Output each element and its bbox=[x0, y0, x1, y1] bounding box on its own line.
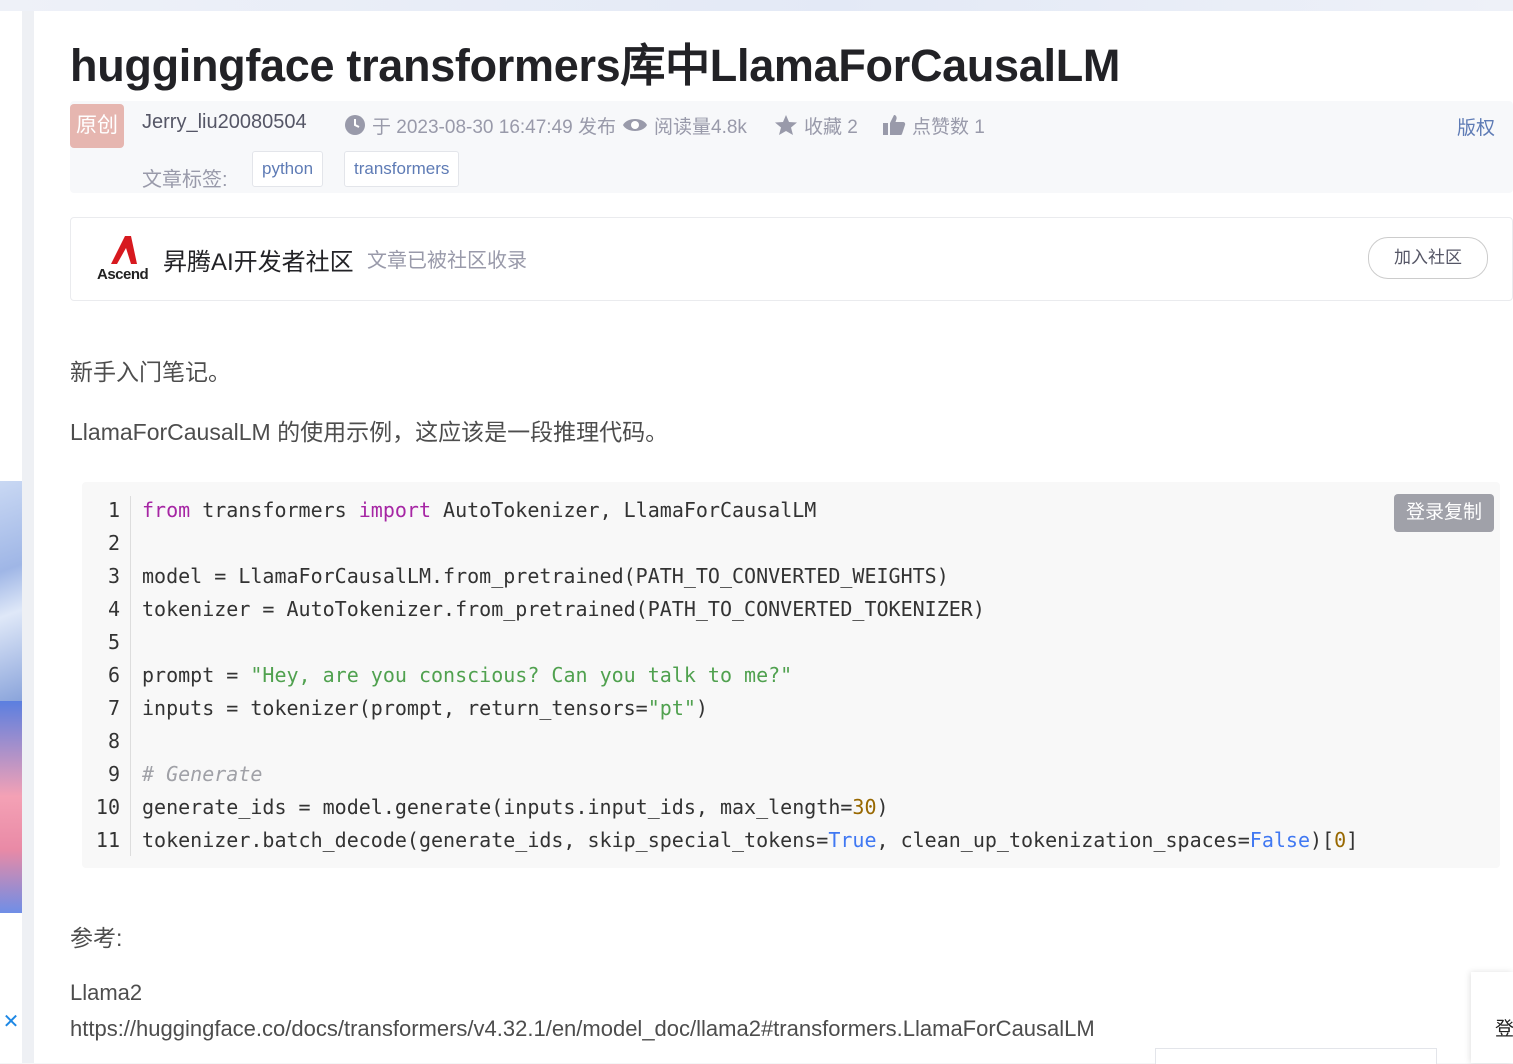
join-community-button[interactable]: 加入社区 bbox=[1368, 237, 1488, 279]
article-meta: 原创 Jerry_liu20080504 于 2023-08-30 16:47:… bbox=[70, 101, 1513, 193]
code-line-number: 2 bbox=[107, 531, 120, 555]
code-token: transformers bbox=[190, 498, 359, 522]
code-line: model = LlamaForCausalLM.from_pretrained… bbox=[142, 564, 949, 588]
tag-python[interactable]: python bbox=[252, 151, 324, 187]
code-token: inputs = tokenizer(prompt, return_tensor… bbox=[142, 696, 648, 720]
code-token: ] bbox=[1346, 828, 1359, 852]
copyright-link[interactable]: 版权 bbox=[1457, 113, 1495, 140]
like-count-label: 点赞数 1 bbox=[912, 116, 985, 138]
tags-label: 文章标签: bbox=[142, 169, 228, 191]
code-token: )[ bbox=[1310, 828, 1335, 852]
community-card: Ascend 昇腾AI开发者社区 文章已被社区收录 加入社区 bbox=[70, 217, 1513, 301]
ad-close-icon[interactable]: ✕ bbox=[0, 1011, 22, 1033]
reference-label: 参考: bbox=[70, 925, 123, 951]
favorite-count-label: 收藏 2 bbox=[804, 116, 858, 138]
code-token: False bbox=[1249, 828, 1311, 852]
code-line-number: 3 bbox=[107, 564, 120, 588]
code-line-number: 4 bbox=[107, 597, 120, 621]
bottom-toolbar bbox=[1155, 1048, 1437, 1064]
code-token: tokenizer = AutoTokenizer.from_pretraine… bbox=[142, 597, 985, 621]
line-number-divider bbox=[130, 496, 131, 856]
code-line-number: 5 bbox=[107, 630, 120, 654]
login-copy-button[interactable]: 登录复制 bbox=[1394, 494, 1494, 532]
reference-link[interactable]: https://huggingface.co/docs/transformers… bbox=[70, 1016, 1095, 1042]
star-icon bbox=[775, 115, 797, 135]
code-token: from bbox=[142, 498, 191, 522]
code-block: 登录复制 1 from transformers import AutoToken… bbox=[82, 482, 1500, 868]
clock-icon bbox=[345, 115, 365, 135]
left-ad-rail: ✕ bbox=[0, 11, 22, 1063]
code-line: tokenizer = AutoTokenizer.from_pretraine… bbox=[142, 597, 985, 621]
code-line: generate_ids = model.generate(inputs.inp… bbox=[142, 795, 889, 819]
code-token: model = LlamaForCausalLM.from_pretrained… bbox=[142, 564, 949, 588]
login-widget[interactable]: 登 bbox=[1471, 972, 1513, 1063]
code-token: True bbox=[828, 828, 877, 852]
community-name[interactable]: 昇腾AI开发者社区 bbox=[163, 242, 354, 277]
like-count[interactable]: 点赞数 1 bbox=[882, 111, 985, 139]
intro-paragraph: 新手入门笔记。 bbox=[70, 359, 231, 385]
author-name[interactable]: Jerry_liu20080504 bbox=[142, 111, 307, 134]
thumbs-up-icon bbox=[883, 115, 906, 135]
read-count-label: 阅读量4.8k bbox=[654, 116, 747, 138]
code-line-number: 1 bbox=[107, 498, 120, 522]
top-bar bbox=[0, 0, 1513, 11]
code-line-number: 6 bbox=[107, 663, 120, 687]
code-token: "Hey, are you conscious? Can you talk to… bbox=[250, 663, 793, 687]
code-token: ) bbox=[876, 795, 889, 819]
ascend-logo-mark bbox=[111, 236, 137, 264]
code-line: inputs = tokenizer(prompt, return_tensor… bbox=[142, 696, 708, 720]
code-token: import bbox=[358, 498, 431, 522]
code-token: # Generate bbox=[142, 762, 263, 786]
page-gutter bbox=[22, 11, 34, 1063]
description-paragraph: LlamaForCausalLM 的使用示例，这应该是一段推理代码。 bbox=[70, 419, 669, 445]
eye-icon bbox=[623, 119, 647, 131]
code-line-number: 7 bbox=[107, 696, 120, 720]
code-token: generate_ids = model.generate(inputs.inp… bbox=[142, 795, 853, 819]
reference-title: Llama2 bbox=[70, 980, 143, 1005]
publish-info: 于 2023-08-30 16:47:49 发布 bbox=[344, 111, 616, 139]
code-line-number: 8 bbox=[107, 729, 120, 753]
ascend-logo-text: Ascend bbox=[97, 266, 149, 283]
code-line: tokenizer.batch_decode(generate_ids, ski… bbox=[142, 828, 1358, 852]
tag-transformers[interactable]: transformers bbox=[344, 151, 460, 187]
code-token: 30 bbox=[852, 795, 877, 819]
code-token: ) bbox=[695, 696, 708, 720]
ad-banner-top[interactable] bbox=[0, 481, 22, 701]
favorite-count[interactable]: 收藏 2 bbox=[774, 111, 858, 139]
article: huggingface transformers库中LlamaForCausal… bbox=[34, 11, 1513, 1063]
read-count: 阅读量4.8k bbox=[622, 111, 747, 139]
publish-date: 于 2023-08-30 16:47:49 发布 bbox=[372, 116, 616, 138]
code-line: # Generate bbox=[142, 762, 262, 786]
ascend-logo: Ascend bbox=[95, 234, 151, 284]
code-token: , clean_up_tokenization_spaces= bbox=[876, 828, 1250, 852]
code-token: AutoTokenizer, LlamaForCausalLM bbox=[431, 498, 817, 522]
code-line-number: 10 bbox=[95, 795, 120, 819]
article-title: huggingface transformers库中LlamaForCausal… bbox=[70, 40, 1121, 91]
login-widget-text: 登 bbox=[1495, 1019, 1513, 1040]
code-line: from transformers import AutoTokenizer, … bbox=[142, 498, 816, 522]
ad-banner-bottom[interactable] bbox=[0, 701, 22, 913]
original-badge: 原创 bbox=[70, 104, 124, 148]
code-token: prompt = bbox=[142, 663, 251, 687]
code-token: tokenizer.batch_decode(generate_ids, ski… bbox=[142, 828, 829, 852]
code-token: 0 bbox=[1334, 828, 1347, 852]
code-token: "pt" bbox=[647, 696, 696, 720]
code-line: prompt = "Hey, are you conscious? Can yo… bbox=[142, 663, 792, 687]
community-subtitle: 文章已被社区收录 bbox=[367, 250, 527, 272]
code-line-number: 9 bbox=[107, 762, 120, 786]
code-line-number: 11 bbox=[95, 828, 120, 852]
